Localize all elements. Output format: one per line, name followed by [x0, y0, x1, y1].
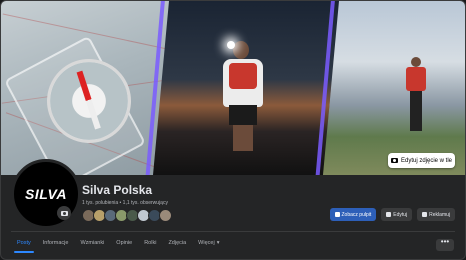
page-stats[interactable]: 1 tys. polubienia • 1,1 tys. obserwujący: [82, 200, 168, 206]
tab-posts[interactable]: Posty: [11, 237, 37, 253]
tab-about[interactable]: Informacje: [37, 237, 75, 253]
cover-photo[interactable]: Edytuj zdjęcie w tle: [1, 1, 465, 175]
camera-icon: [60, 210, 68, 216]
edit-page-button[interactable]: Edytuj: [381, 208, 413, 221]
page-tabs: Posty Informacje Wzmianki Opinie Rolki Z…: [11, 237, 225, 253]
view-dashboard-button[interactable]: Zobacz pulpit: [329, 208, 377, 221]
cover-mountain-runner-panel: [323, 1, 465, 175]
view-dashboard-label: Zobacz pulpit: [341, 211, 372, 218]
tab-label: Posty: [17, 240, 31, 246]
avatar-camera-button[interactable]: [57, 206, 71, 220]
silva-logo: SILVA: [25, 186, 67, 202]
tab-label: Zdjęcia: [168, 240, 187, 246]
mountain-runner-figure: [403, 57, 429, 137]
tab-reels[interactable]: Rolki: [138, 237, 162, 253]
cover-map-compass-panel: [1, 1, 169, 175]
page-actions: Zobacz pulpit Edytuj Reklamuj: [329, 208, 455, 221]
pencil-icon: [386, 212, 392, 217]
megaphone-icon: [422, 212, 428, 217]
page-header-frame: Edytuj zdjęcie w tle SILVA Silva Polska …: [0, 0, 466, 260]
camera-icon: [390, 158, 398, 163]
edit-cover-photo-button[interactable]: Edytuj zdjęcie w tle: [388, 153, 455, 168]
tab-label: Więcej: [198, 240, 215, 246]
chevron-down-icon: ▾: [216, 240, 220, 246]
advertise-label: Reklamuj: [429, 211, 450, 218]
avatar[interactable]: SILVA: [11, 159, 81, 229]
follower-avatars[interactable]: [82, 209, 172, 222]
tab-label: Wzmianki: [80, 240, 105, 246]
tab-reviews[interactable]: Opinie: [110, 237, 138, 253]
tab-label: Rolki: [144, 240, 157, 246]
edit-page-label: Edytuj: [393, 211, 408, 218]
page-title: Silva Polska: [82, 183, 153, 197]
tab-photos[interactable]: Zdjęcia: [162, 237, 192, 253]
more-options-button[interactable]: •••: [436, 238, 454, 251]
edit-cover-label: Edytuj zdjęcie w tle: [400, 157, 453, 164]
headlamp-runner-figure: [219, 41, 267, 151]
tab-more[interactable]: Więcej ▾: [192, 237, 225, 253]
header-divider: [11, 231, 455, 232]
tab-label: Informacje: [42, 240, 69, 246]
tab-label: Opinie: [116, 240, 133, 246]
tab-mentions[interactable]: Wzmianki: [74, 237, 110, 253]
follower-avatar[interactable]: [159, 209, 172, 222]
advertise-button[interactable]: Reklamuj: [417, 208, 455, 221]
dashboard-icon: [334, 212, 340, 217]
